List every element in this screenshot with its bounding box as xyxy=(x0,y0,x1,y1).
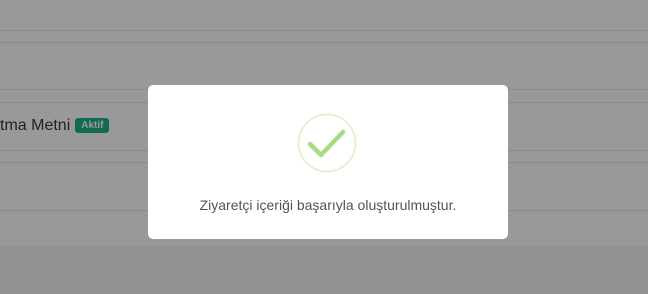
success-dialog: Ziyaretçi içeriği başarıyla oluşturulmuş… xyxy=(148,85,508,239)
dialog-message: Ziyaretçi içeriği başarıyla oluşturulmuş… xyxy=(199,197,457,213)
page: tma Metni Aktif Ziyaretçi içeriği başarıy… xyxy=(0,0,648,294)
check-icon xyxy=(297,113,357,173)
